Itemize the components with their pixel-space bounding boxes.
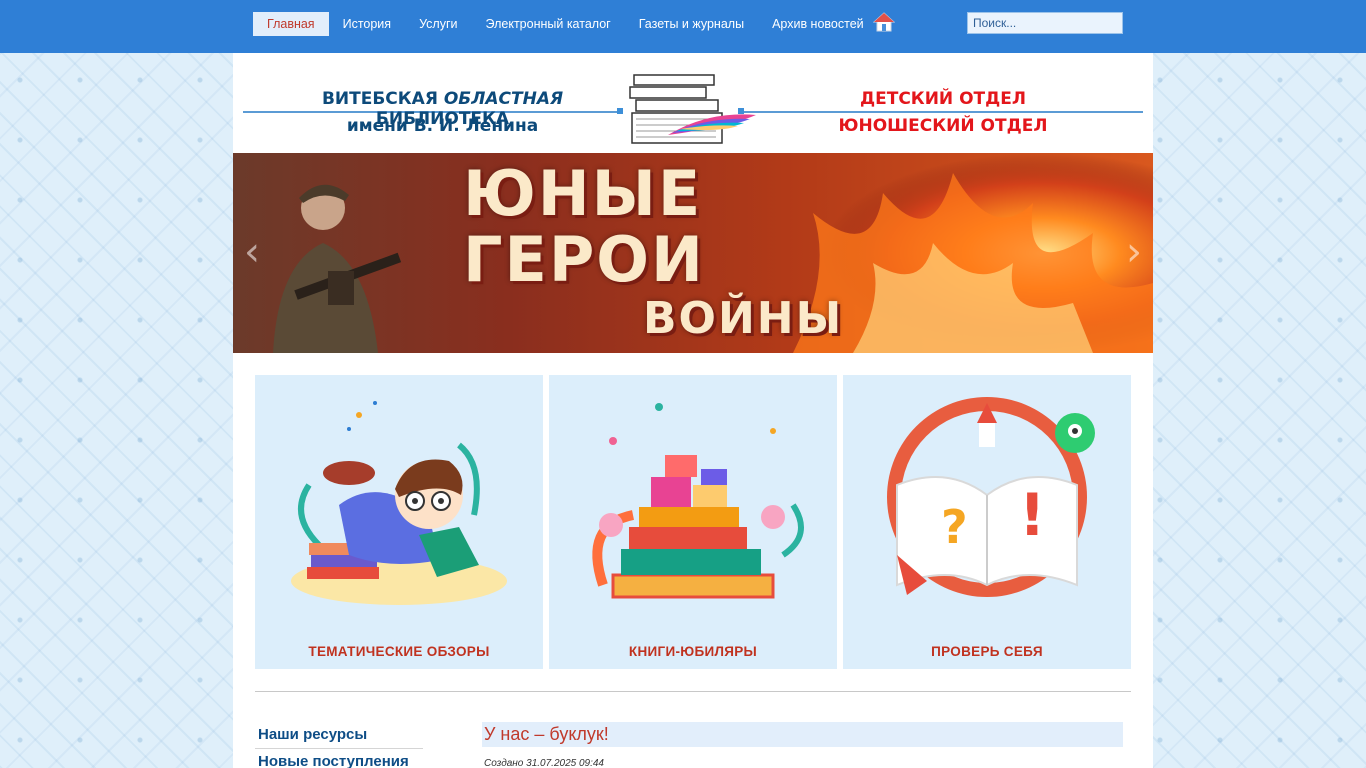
card-anniversary-books[interactable]: КНИГИ-ЮБИЛЯРЫ	[549, 375, 837, 669]
books-logo[interactable]	[628, 71, 758, 145]
nav-item-home[interactable]: Главная	[253, 12, 329, 36]
top-navigation-bar: Главная История Услуги Электронный катал…	[0, 0, 1366, 53]
feature-cards: ТЕМАТИЧЕСКИЕ ОБЗОРЫ КНИГИ-ЮБИЛЯРЫ ? ! ПР…	[255, 375, 1131, 669]
chevron-right-icon[interactable]: ›	[1117, 229, 1151, 275]
header-rule-right	[741, 111, 1143, 113]
book-stack-icon	[592, 403, 804, 599]
article-date: Создано 31.07.2025 09:44	[484, 758, 604, 768]
chevron-left-icon[interactable]: ‹	[235, 229, 269, 275]
search-input[interactable]	[967, 12, 1123, 34]
hero-banner[interactable]: ЮНЫЕ ГЕРОИ ВОЙНЫ ‹ ›	[233, 153, 1153, 353]
library-subtitle: имени В. И. Ленина	[346, 116, 539, 136]
article-preview: У нас – буклук! Создано 31.07.2025 09:44	[482, 722, 1123, 768]
section-divider	[255, 691, 1131, 692]
card-label: ТЕМАТИЧЕСКИЕ ОБЗОРЫ	[308, 644, 490, 659]
card-thematic-reviews[interactable]: ТЕМАТИЧЕСКИЕ ОБЗОРЫ	[255, 375, 543, 669]
dept-children: ДЕТСКИЙ ОТДЕЛ	[859, 89, 1026, 109]
sidebar-item-resources[interactable]: Наши ресурсы	[255, 722, 423, 749]
nav-item-services[interactable]: Услуги	[405, 12, 471, 36]
quiz-book-icon: ? !	[887, 397, 1095, 597]
sidebar-menu: Наши ресурсы Новые поступления	[255, 722, 423, 768]
nav-item-history[interactable]: История	[329, 12, 405, 36]
card-label: ПРОВЕРЬ СЕБЯ	[931, 644, 1043, 659]
nav-item-news-archive[interactable]: Архив новостей	[758, 12, 878, 36]
nav-item-periodicals[interactable]: Газеты и журналы	[625, 12, 758, 36]
site-header: ВИТЕБСКАЯ ОБЛАСТНАЯ БИБЛИОТЕКА имени В. …	[233, 53, 1153, 153]
reading-boy-icon	[291, 401, 507, 605]
svg-text:?: ?	[941, 500, 968, 554]
main-menu: Главная История Услуги Электронный катал…	[253, 12, 878, 36]
article-title[interactable]: У нас – буклук!	[482, 722, 1123, 747]
sidebar-item-new-arrivals[interactable]: Новые поступления	[255, 749, 423, 768]
card-check-yourself[interactable]: ? ! ПРОВЕРЬ СЕБЯ	[843, 375, 1131, 669]
svg-text:!: !	[1019, 481, 1045, 549]
card-label: КНИГИ-ЮБИЛЯРЫ	[628, 644, 758, 659]
banner-heading: ЮНЫЕ ГЕРОИ ВОЙНЫ	[463, 157, 844, 344]
header-rule-dot	[617, 108, 623, 114]
page-container: ВИТЕБСКАЯ ОБЛАСТНАЯ БИБЛИОТЕКА имени В. …	[233, 53, 1153, 768]
home-icon[interactable]	[873, 12, 895, 32]
nav-item-catalog[interactable]: Электронный каталог	[472, 12, 625, 36]
dept-youth: ЮНОШЕСКИЙ ОТДЕЛ	[838, 116, 1048, 136]
